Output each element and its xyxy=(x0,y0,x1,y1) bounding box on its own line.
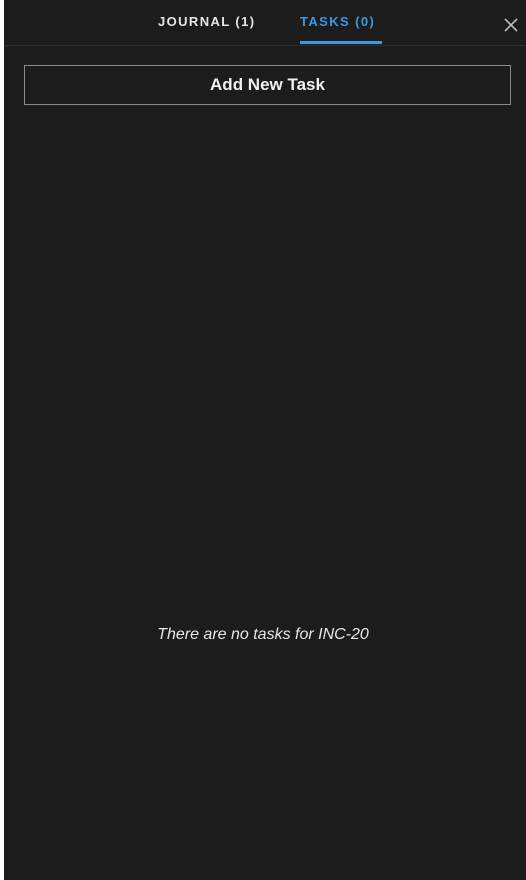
close-button[interactable] xyxy=(502,16,520,34)
close-icon xyxy=(504,18,518,32)
empty-state-message: There are no tasks for INC-20 xyxy=(157,626,369,643)
active-tab-indicator xyxy=(300,41,382,44)
tasks-panel: JOURNAL (1) TASKS (0) Add New Task xyxy=(4,0,526,880)
tab-bar: JOURNAL (1) TASKS (0) xyxy=(4,0,526,46)
tab-journal[interactable]: JOURNAL (1) xyxy=(158,14,256,29)
tab-tasks[interactable]: TASKS (0) xyxy=(300,14,375,29)
add-new-task-button[interactable]: Add New Task xyxy=(24,65,511,105)
